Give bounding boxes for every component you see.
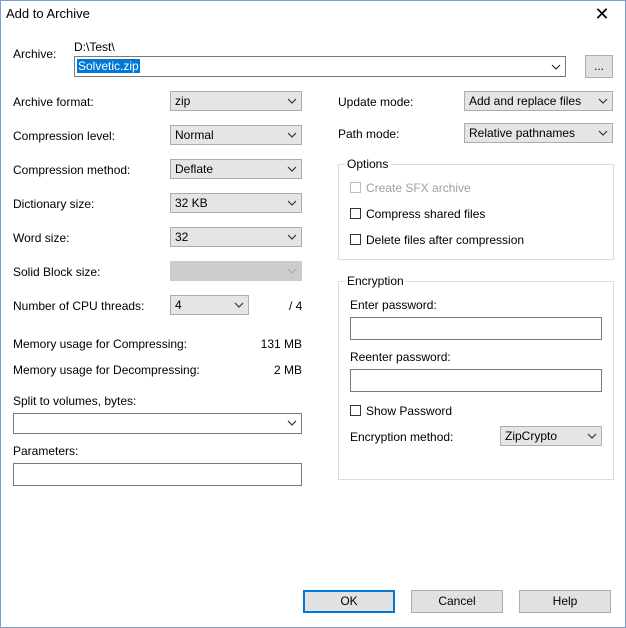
chevron-down-icon bbox=[234, 302, 244, 308]
word-size-value: 32 bbox=[175, 230, 189, 244]
options-group: Options Create SFX archive Compress shar… bbox=[338, 157, 614, 260]
dictionary-size-label: Dictionary size: bbox=[13, 197, 95, 211]
encryption-method-value: ZipCrypto bbox=[505, 429, 558, 443]
compression-level-label: Compression level: bbox=[13, 129, 116, 143]
create-sfx-label: Create SFX archive bbox=[366, 181, 471, 195]
encryption-legend: Encryption bbox=[345, 274, 406, 288]
word-size-label: Word size: bbox=[13, 231, 70, 245]
delete-after-label: Delete files after compression bbox=[366, 233, 525, 247]
split-volumes-label: Split to volumes, bytes: bbox=[13, 394, 137, 408]
compression-level-value: Normal bbox=[175, 128, 214, 142]
show-password-label: Show Password bbox=[366, 404, 453, 418]
add-to-archive-dialog: Add to Archive ✕ Archive: D:\Test\ Solve… bbox=[0, 0, 626, 628]
compress-shared-label: Compress shared files bbox=[366, 207, 486, 221]
word-size-select[interactable]: 32 bbox=[170, 227, 302, 247]
compression-method-select[interactable]: Deflate bbox=[170, 159, 302, 179]
chevron-down-icon bbox=[287, 98, 297, 104]
encryption-method-select[interactable]: ZipCrypto bbox=[500, 426, 602, 446]
reenter-password-input[interactable] bbox=[350, 369, 602, 392]
chevron-down-icon bbox=[287, 234, 297, 240]
archive-format-select[interactable]: zip bbox=[170, 91, 302, 111]
mem-compress-label: Memory usage for Compressing: bbox=[13, 337, 188, 351]
show-password-checkbox[interactable] bbox=[350, 405, 361, 416]
cpu-threads-label: Number of CPU threads: bbox=[13, 299, 145, 313]
solid-block-size-select bbox=[170, 261, 302, 281]
solid-block-size-label: Solid Block size: bbox=[13, 265, 101, 279]
chevron-down-icon bbox=[287, 268, 297, 274]
chevron-down-icon bbox=[551, 64, 561, 70]
chevron-down-icon bbox=[287, 166, 297, 172]
dictionary-size-value: 32 KB bbox=[175, 196, 208, 210]
archive-path: D:\Test\ bbox=[74, 40, 115, 54]
cancel-button[interactable]: Cancel bbox=[411, 590, 503, 613]
path-mode-value: Relative pathnames bbox=[469, 126, 576, 140]
cpu-threads-select[interactable]: 4 bbox=[170, 295, 249, 315]
archive-filename-combo[interactable]: Solvetic.zip bbox=[74, 56, 566, 77]
chevron-down-icon bbox=[598, 130, 608, 136]
mem-decompress-label: Memory usage for Decompressing: bbox=[13, 363, 200, 377]
parameters-label: Parameters: bbox=[13, 444, 79, 458]
update-mode-select[interactable]: Add and replace files bbox=[464, 91, 613, 111]
enter-password-label: Enter password: bbox=[350, 298, 437, 312]
encryption-group: Encryption Enter password: Reenter passw… bbox=[338, 274, 614, 480]
split-volumes-combo[interactable] bbox=[13, 413, 302, 434]
archive-format-value: zip bbox=[175, 94, 191, 108]
compression-method-value: Deflate bbox=[175, 162, 214, 176]
options-legend: Options bbox=[345, 157, 391, 171]
dictionary-size-select[interactable]: 32 KB bbox=[170, 193, 302, 213]
update-mode-value: Add and replace files bbox=[469, 94, 582, 108]
mem-compress-value: 131 MB bbox=[260, 337, 302, 351]
chevron-down-icon bbox=[587, 433, 597, 439]
dialog-title: Add to Archive bbox=[6, 6, 90, 21]
chevron-down-icon bbox=[287, 200, 297, 206]
close-icon[interactable]: ✕ bbox=[589, 3, 615, 25]
parameters-input[interactable] bbox=[13, 463, 302, 486]
archive-format-label: Archive format: bbox=[13, 95, 94, 109]
reenter-password-label: Reenter password: bbox=[350, 350, 451, 364]
path-mode-select[interactable]: Relative pathnames bbox=[464, 123, 613, 143]
path-mode-label: Path mode: bbox=[338, 127, 400, 141]
compression-method-label: Compression method: bbox=[13, 163, 131, 177]
chevron-down-icon bbox=[287, 132, 297, 138]
cpu-threads-total: / 4 bbox=[289, 299, 303, 313]
encryption-method-label: Encryption method: bbox=[350, 430, 454, 444]
help-button[interactable]: Help bbox=[519, 590, 611, 613]
create-sfx-checkbox bbox=[350, 182, 361, 193]
compression-level-select[interactable]: Normal bbox=[170, 125, 302, 145]
compress-shared-checkbox[interactable] bbox=[350, 208, 361, 219]
delete-after-checkbox[interactable] bbox=[350, 234, 361, 245]
enter-password-input[interactable] bbox=[350, 317, 602, 340]
archive-label: Archive: bbox=[13, 47, 57, 61]
chevron-down-icon bbox=[287, 420, 297, 426]
update-mode-label: Update mode: bbox=[338, 95, 414, 109]
mem-decompress-value: 2 MB bbox=[273, 363, 302, 377]
chevron-down-icon bbox=[598, 98, 608, 104]
browse-button[interactable]: ... bbox=[585, 55, 613, 78]
ok-button[interactable]: OK bbox=[303, 590, 395, 613]
archive-filename-text: Solvetic.zip bbox=[77, 59, 140, 73]
cpu-threads-value: 4 bbox=[175, 298, 182, 312]
